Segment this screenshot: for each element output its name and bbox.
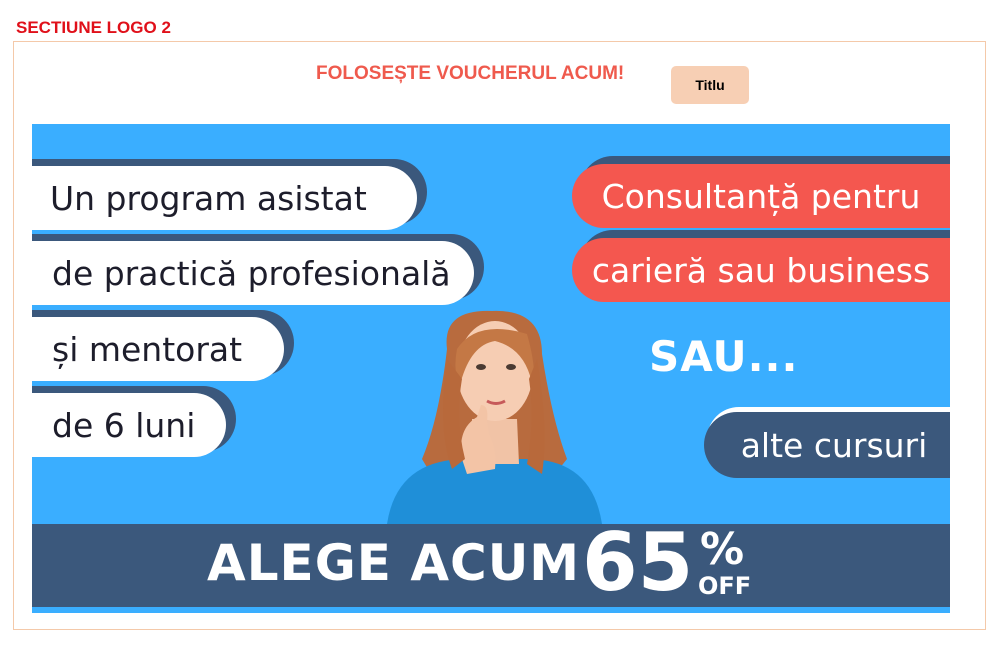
section-label: SECTIUNE LOGO 2 xyxy=(16,18,171,37)
or-text: SAU... xyxy=(649,332,799,381)
left-line-3-text: și mentorat xyxy=(52,329,243,369)
discount-number: 65 xyxy=(582,516,694,609)
promo-banner[interactable]: Un program asistat de practică profesion… xyxy=(32,124,950,613)
left-line-4-text: de 6 luni xyxy=(52,405,196,445)
other-courses-pill: alte cursuri xyxy=(704,412,950,478)
left-line-2: de practică profesională xyxy=(32,241,474,305)
discount-off: OFF xyxy=(698,572,752,600)
title-tag-button[interactable]: Titlu xyxy=(671,66,749,104)
cta-strip xyxy=(32,607,950,613)
voucher-title: FOLOSEȘTE VOUCHERUL ACUM! xyxy=(316,63,625,84)
woman-thinking-photo xyxy=(387,310,602,524)
left-line-3: și mentorat xyxy=(32,317,284,381)
left-line-2-text: de practică profesională xyxy=(52,253,451,293)
right-line-1: Consultanță pentru xyxy=(572,164,950,228)
discount-percent: % xyxy=(700,524,745,575)
right-line-2: carieră sau business xyxy=(572,238,950,302)
cta-text: ALEGE ACUM xyxy=(207,534,581,592)
left-line-1: Un program asistat xyxy=(32,166,417,230)
left-line-4: de 6 luni xyxy=(32,393,226,457)
left-line-1-text: Un program asistat xyxy=(50,178,367,218)
